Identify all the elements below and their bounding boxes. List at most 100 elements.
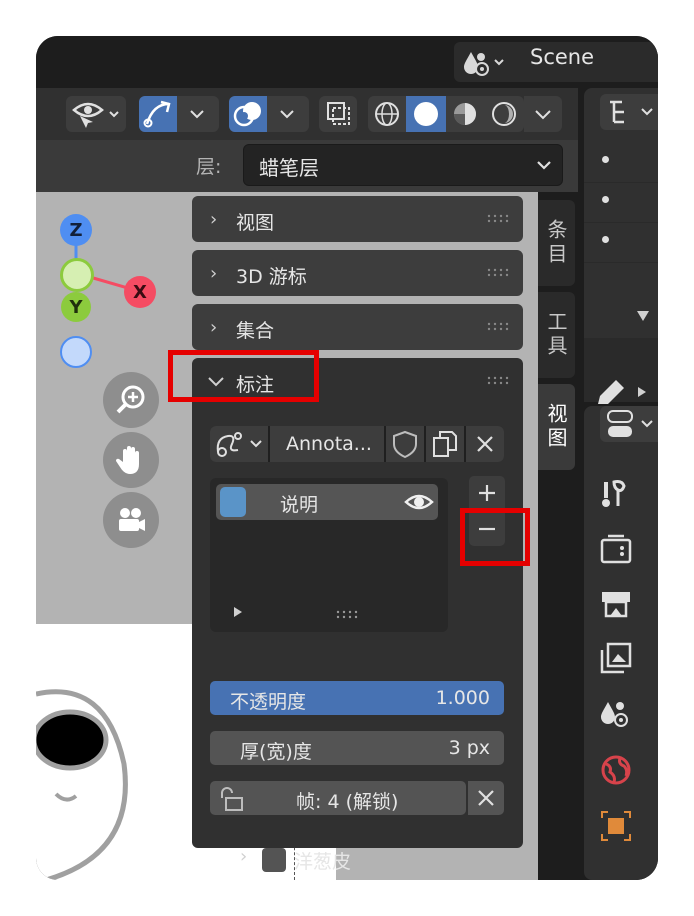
solid-icon[interactable]	[406, 96, 446, 132]
close-icon	[477, 436, 493, 452]
list-resize-grip-icon[interactable]	[336, 610, 358, 620]
annotation-layer-list: 说明	[210, 478, 448, 632]
chevron-right-icon: ›	[240, 846, 248, 867]
axis-z[interactable]: Z	[60, 214, 92, 246]
tab-item[interactable]: 条目	[538, 200, 575, 286]
outliner-display-mode[interactable]	[600, 94, 658, 130]
visibility-dropdown[interactable]	[66, 96, 126, 132]
panel-3d-cursor[interactable]: › 3D 游标	[192, 250, 523, 296]
panel-3d-cursor-label: 3D 游标	[236, 266, 307, 288]
grip-icon[interactable]	[487, 376, 509, 386]
unlink-button[interactable]	[466, 426, 504, 462]
camera-icon	[119, 508, 145, 531]
grip-icon[interactable]	[487, 322, 509, 332]
frame-label: 帧: 4 (解锁)	[296, 791, 399, 813]
panel-collections-label: 集合	[236, 320, 275, 342]
sidebar-tabs: 条目 工具 视图	[538, 192, 578, 880]
opacity-label: 不透明度	[230, 691, 307, 713]
thickness-label: 厚(宽)度	[240, 741, 312, 763]
scene-name: Scene	[530, 45, 595, 69]
render-icon[interactable]	[598, 532, 634, 568]
plus-icon	[479, 485, 495, 501]
hand-icon	[115, 446, 139, 474]
layer-value: 蜡笔层	[259, 156, 319, 180]
opacity-value: 1.000	[435, 687, 490, 709]
datablock-selector: Annota...	[210, 426, 504, 462]
material-icon[interactable]	[446, 96, 484, 132]
zoom-icon	[116, 385, 145, 414]
layer-color-swatch[interactable]	[220, 487, 246, 517]
panel-view[interactable]: › 视图	[192, 196, 523, 242]
properties-pane	[584, 406, 658, 880]
scene-icon[interactable]	[461, 48, 507, 76]
overlay-dropdown[interactable]	[229, 96, 309, 132]
grip-icon[interactable]	[487, 214, 509, 224]
onion-skin-label: 洋葱皮	[294, 851, 352, 873]
object-icon[interactable]	[598, 808, 634, 844]
shading-dropdown[interactable]	[524, 96, 562, 132]
grip-icon[interactable]	[487, 268, 509, 278]
gizmo-dropdown[interactable]	[139, 96, 219, 132]
chevron-right-icon: ›	[210, 263, 218, 284]
zoom-button[interactable]	[103, 372, 159, 428]
onion-skin-subpanel[interactable]: › 洋葱皮	[240, 844, 440, 878]
output-icon[interactable]	[598, 586, 634, 622]
filter-expand-icon[interactable]	[232, 606, 244, 618]
tool-icon[interactable]	[598, 476, 634, 512]
axis-y[interactable]: Y	[61, 292, 91, 322]
outliner-dot	[602, 156, 609, 163]
xray-toggle[interactable]	[319, 96, 357, 132]
add-layer-button[interactable]	[469, 476, 505, 510]
layer-name: 说明	[280, 494, 319, 516]
tab-tool[interactable]: 工具	[538, 292, 575, 378]
panel-view-label: 视图	[236, 212, 275, 234]
highlight-annotation-panel	[168, 350, 319, 402]
filter-arrow-icon[interactable]	[636, 310, 650, 322]
copy-icon	[433, 431, 457, 457]
panel-annotation: 标注 Annota... 说明 不透明度 1.000 厚(宽)度 3 px 帧:…	[192, 358, 523, 873]
annotation-browse-button[interactable]	[210, 426, 268, 462]
annotation-stroke-icon	[216, 432, 262, 457]
world-icon[interactable]	[598, 752, 634, 788]
list-item[interactable]: 说明	[216, 484, 438, 520]
outliner-dot	[602, 196, 609, 203]
pencil-icon[interactable]	[594, 378, 628, 408]
outliner-pane	[584, 88, 658, 404]
frame-lock-button[interactable]: 帧: 4 (解锁)	[210, 781, 466, 815]
viewport-header	[36, 88, 578, 140]
annotation-name-field[interactable]: Annota...	[270, 426, 384, 462]
outliner-icon	[610, 100, 653, 124]
rendered-icon[interactable]	[484, 96, 524, 132]
scene-icon[interactable]	[598, 696, 634, 732]
axis-z-negative[interactable]	[60, 336, 92, 368]
shading-modes	[368, 96, 524, 132]
duplicate-button[interactable]	[426, 426, 464, 462]
thickness-value: 3 px	[448, 737, 490, 759]
thickness-field[interactable]: 厚(宽)度 3 px	[210, 731, 504, 765]
expand-icon[interactable]	[636, 386, 648, 398]
blender-window: Scene 层: 蜡笔层 Z X Y › 视图 › 3D 游标 › 集合 标注 …	[36, 36, 658, 880]
shield-icon	[393, 430, 417, 459]
properties-display-toggle[interactable]	[600, 406, 658, 442]
toggle-icon	[607, 410, 653, 437]
annotation-name: Annota...	[286, 433, 372, 455]
close-icon	[478, 790, 494, 806]
tab-view[interactable]: 视图	[538, 384, 575, 470]
opacity-slider[interactable]: 不透明度 1.000	[210, 681, 504, 715]
fake-user-button[interactable]	[386, 426, 424, 462]
wireframe-icon[interactable]	[368, 96, 406, 132]
drawing-stroke	[36, 689, 128, 880]
eye-icon[interactable]	[404, 490, 434, 514]
pan-button[interactable]	[103, 432, 159, 488]
axis-x[interactable]: X	[124, 276, 156, 308]
axis-y-negative[interactable]	[60, 258, 94, 292]
frame-delete-button[interactable]	[468, 781, 504, 815]
onion-skin-checkbox[interactable]	[262, 848, 286, 872]
divider	[584, 182, 658, 183]
chevron-down-icon	[537, 161, 551, 170]
gizmo-icon[interactable]	[139, 96, 177, 132]
camera-button[interactable]	[103, 492, 159, 548]
image-icon[interactable]	[598, 640, 634, 676]
panel-collections[interactable]: › 集合	[192, 304, 523, 350]
overlay-icon[interactable]	[229, 96, 267, 132]
